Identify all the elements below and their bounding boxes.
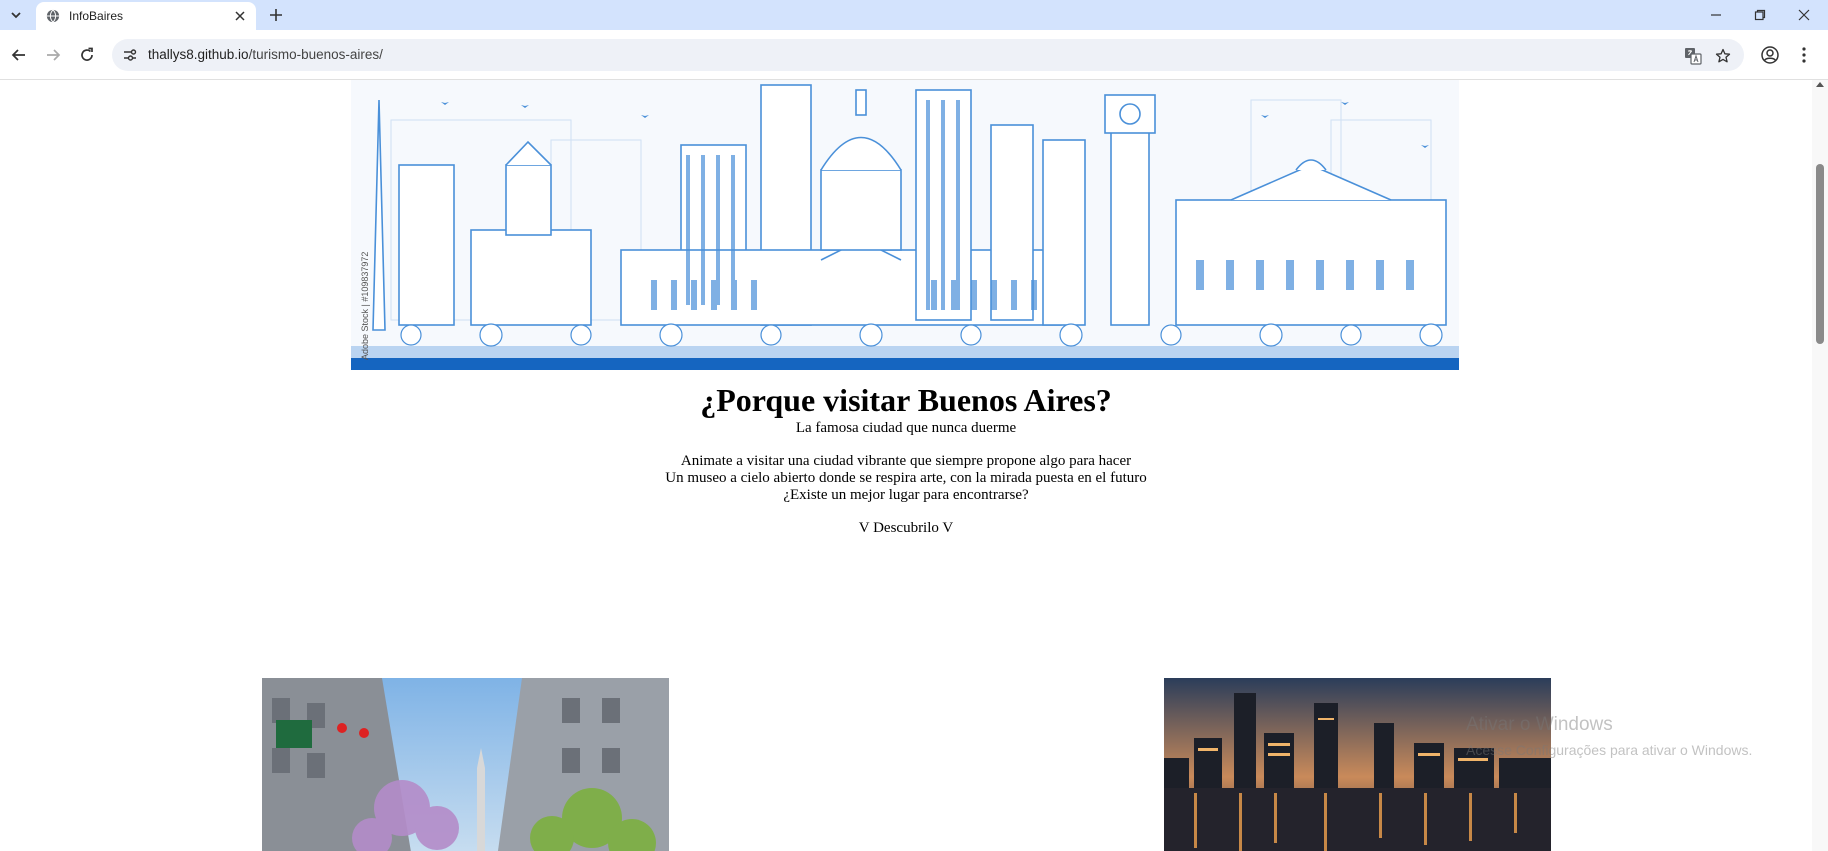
watermark-title: Ativar o Windows (1466, 714, 1613, 735)
page-heading: ¿Porque visitar Buenos Aires? (700, 382, 1112, 418)
intro-line: Animate a visitar una ciudad vibrante qu… (680, 453, 1132, 469)
tab-strip: InfoBaires (0, 0, 1828, 30)
forward-icon[interactable] (41, 43, 65, 67)
scroll-up-arrow-icon[interactable] (1816, 82, 1824, 87)
back-icon[interactable] (7, 43, 31, 67)
night-skyline-photo (1164, 678, 1551, 851)
page-scrollbar[interactable] (1812, 80, 1828, 851)
browser-tab[interactable]: InfoBaires (36, 2, 256, 30)
menu-icon[interactable] (1792, 43, 1816, 67)
globe-icon (46, 9, 60, 23)
url-text: thallys8.github.io/turismo-buenos-aires/ (148, 47, 383, 62)
intro-section: ¿Porque visitar Buenos Aires? La famosa … (0, 380, 1812, 537)
watermark-subtitle: Acesse Configurações para ativar o Windo… (1466, 742, 1753, 758)
discover-link[interactable]: V Descubrilo V (0, 520, 1812, 537)
hero-credit: Adobe Stock | #109837972 (360, 252, 370, 360)
close-window-icon[interactable] (1782, 0, 1826, 30)
bookmark-star-icon[interactable] (1714, 47, 1732, 65)
chevron-down-icon (11, 12, 21, 19)
tab-search-button[interactable] (5, 4, 27, 26)
address-bar[interactable]: thallys8.github.io/turismo-buenos-aires/ (112, 39, 1744, 71)
new-tab-icon[interactable] (266, 5, 286, 25)
minimize-icon[interactable] (1694, 0, 1738, 30)
windows-activation-watermark: Ativar o Windows Acesse Configurações pa… (1466, 714, 1752, 758)
street-photo (262, 678, 669, 851)
page-subtitle: La famosa ciudad que nunca duerme (795, 420, 1017, 436)
site-settings-icon[interactable] (122, 47, 138, 63)
tab-title: InfoBaires (69, 9, 124, 23)
scroll-thumb[interactable] (1816, 164, 1824, 344)
reload-icon[interactable] (75, 43, 99, 67)
intro-line: Un museo a cielo abierto donde se respir… (665, 470, 1147, 486)
close-tab-icon[interactable] (232, 8, 248, 24)
restore-icon[interactable] (1738, 0, 1782, 30)
url-host: thallys8.github.io (148, 47, 249, 62)
intro-line: ¿Existe un mejor lugar para encontrarse? (783, 487, 1029, 503)
profile-icon[interactable] (1758, 43, 1782, 67)
hero-skyline-image: Adobe Stock | #109837972 (351, 80, 1459, 370)
translate-icon[interactable] (1684, 47, 1702, 65)
url-path: /turismo-buenos-aires/ (248, 47, 383, 62)
browser-toolbar: thallys8.github.io/turismo-buenos-aires/ (0, 30, 1828, 80)
